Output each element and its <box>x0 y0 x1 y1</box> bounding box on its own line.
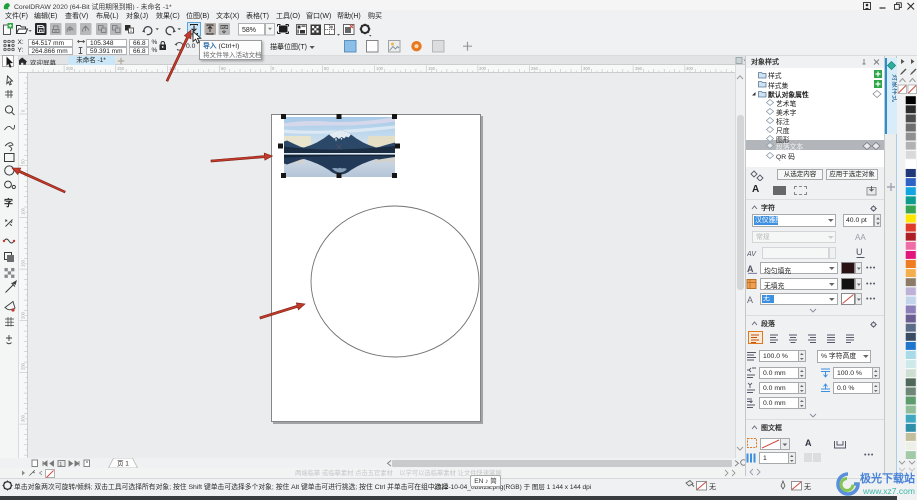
svg-text:www.xz7.com: www.xz7.com <box>862 486 915 496</box>
svg-text:A: A <box>747 295 753 305</box>
svg-text:1: 1 <box>59 462 62 468</box>
svg-text:极光下载站: 极光下载站 <box>860 471 915 485</box>
svg-text:58%: 58% <box>242 27 256 34</box>
svg-text:无: 无 <box>709 483 716 491</box>
svg-text:A: A <box>747 264 754 274</box>
svg-text:U: U <box>856 247 863 257</box>
svg-text:无: 无 <box>804 483 811 491</box>
svg-text:页 1: 页 1 <box>117 460 129 468</box>
svg-text:AA: AA <box>855 233 866 242</box>
svg-text:字: 字 <box>4 197 13 208</box>
svg-text:PDF: PDF <box>221 25 228 29</box>
svg-text:AV: AV <box>747 251 757 258</box>
